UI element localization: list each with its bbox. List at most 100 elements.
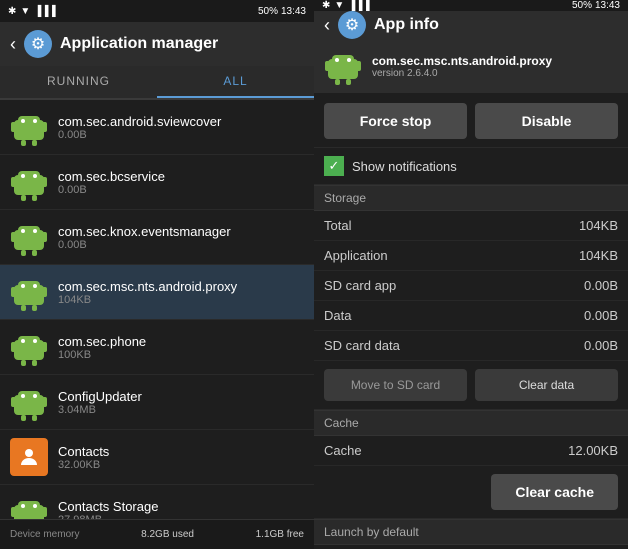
storage-section-header: Storage xyxy=(314,185,628,211)
bottom-bar: Device memory 8.2GB used 1.1GB free xyxy=(0,519,314,549)
clear-data-button[interactable]: Clear data xyxy=(475,369,618,401)
right-status-right: 50% 13:43 xyxy=(572,0,620,11)
storage-data-row: Data 0.00B xyxy=(314,301,628,331)
app-icon-proxy xyxy=(10,273,48,311)
application-value: 104KB xyxy=(579,248,618,263)
app-details: com.sec.msc.nts.android.proxy 104KB xyxy=(58,279,237,306)
sdcard-label: SD card app xyxy=(324,278,396,293)
total-label: Total xyxy=(324,218,351,233)
cache-label: Cache xyxy=(324,443,362,458)
storage-used: 8.2GB used xyxy=(141,529,194,540)
left-panel: ✱ ▼ ▐▐▐ 50% 13:43 ‹ ⚙ Application manage… xyxy=(0,0,314,549)
bluetooth-icon: ✱ xyxy=(322,0,330,11)
left-status-bar: ✱ ▼ ▐▐▐ 50% 13:43 xyxy=(0,0,314,22)
app-details: com.sec.android.sviewcover 0.00B xyxy=(58,114,221,141)
left-status-icons: ✱ ▼ ▐▐▐ xyxy=(8,6,56,17)
app-size: 0.00B xyxy=(58,239,231,251)
right-status-icons: ✱ ▼ ▐▐▐ xyxy=(322,0,370,11)
storage-buttons-row: Move to SD card Clear data xyxy=(314,361,628,410)
app-details: ConfigUpdater 3.04MB xyxy=(58,389,142,416)
battery-icon: 50% xyxy=(258,6,278,17)
notifications-row[interactable]: ✓ Show notifications xyxy=(314,147,628,185)
app-icon-contacts xyxy=(10,438,48,476)
time-display: 13:43 xyxy=(281,6,306,17)
list-item[interactable]: com.sec.knox.eventsmanager 0.00B xyxy=(0,210,314,265)
move-to-sd-button[interactable]: Move to SD card xyxy=(324,369,467,401)
gear-icon: ⚙ xyxy=(24,30,52,58)
launch-section-header: Launch by default xyxy=(314,519,628,545)
list-item[interactable]: com.sec.phone 100KB xyxy=(0,320,314,375)
package-name: com.sec.msc.nts.android.proxy xyxy=(372,54,552,68)
package-version: version 2.6.4.0 xyxy=(372,68,552,79)
disable-button[interactable]: Disable xyxy=(475,103,618,139)
no-defaults-text: No defaults set xyxy=(314,545,628,549)
app-size: 3.04MB xyxy=(58,404,142,416)
list-item[interactable]: com.sec.android.sviewcover 0.00B xyxy=(0,100,314,155)
app-list: com.sec.android.sviewcover 0.00B com.sec… xyxy=(0,100,314,519)
app-size: 0.00B xyxy=(58,184,165,196)
app-icon-sviewcover xyxy=(10,108,48,146)
app-package-info: com.sec.msc.nts.android.proxy version 2.… xyxy=(372,54,552,79)
gear-icon: ⚙ xyxy=(338,11,366,39)
app-icon-knox xyxy=(10,218,48,256)
time-display: 13:43 xyxy=(595,0,620,11)
left-app-header: ‹ ⚙ Application manager xyxy=(0,22,314,66)
notifications-label: Show notifications xyxy=(352,159,457,174)
app-icon-phone xyxy=(10,328,48,366)
right-status-bar: ✱ ▼ ▐▐▐ 50% 13:43 xyxy=(314,0,628,11)
cache-value: 12.00KB xyxy=(568,443,618,458)
tab-all[interactable]: ALL xyxy=(157,66,314,98)
app-name: ConfigUpdater xyxy=(58,389,142,404)
application-label: Application xyxy=(324,248,388,263)
app-size: 104KB xyxy=(58,294,237,306)
app-size: 0.00B xyxy=(58,129,221,141)
bluetooth-icon: ✱ xyxy=(8,6,16,17)
app-details: com.sec.phone 100KB xyxy=(58,334,146,361)
wifi-icon: ▼ xyxy=(334,0,344,11)
app-name: Contacts Storage xyxy=(58,499,158,514)
storage-free: 1.1GB free xyxy=(256,529,304,540)
app-name: com.sec.phone xyxy=(58,334,146,349)
left-status-right: 50% 13:43 xyxy=(258,6,306,17)
app-icon-detail xyxy=(324,47,362,85)
wifi-icon: ▼ xyxy=(20,6,30,17)
list-item[interactable]: ConfigUpdater 3.04MB xyxy=(0,375,314,430)
app-icon-contacts-storage xyxy=(10,493,48,519)
signal-icon: ▐▐▐ xyxy=(348,0,369,11)
notifications-checkbox[interactable]: ✓ xyxy=(324,156,344,176)
clear-cache-btn-row: Clear cache xyxy=(314,466,628,519)
list-item[interactable]: Contacts 32.00KB xyxy=(0,430,314,485)
sdcard-data-value: 0.00B xyxy=(584,338,618,353)
device-memory-label: Device memory xyxy=(10,529,79,540)
right-app-header: ‹ ⚙ App info xyxy=(314,11,628,39)
list-item-highlighted[interactable]: com.sec.msc.nts.android.proxy 104KB xyxy=(0,265,314,320)
sdcard-value: 0.00B xyxy=(584,278,618,293)
force-stop-button[interactable]: Force stop xyxy=(324,103,467,139)
action-buttons: Force stop Disable xyxy=(314,93,628,147)
tab-running[interactable]: RUNNING xyxy=(0,66,157,98)
storage-sdcard-data-row: SD card data 0.00B xyxy=(314,331,628,361)
app-info-title: App info xyxy=(374,16,439,34)
battery-display: 50% xyxy=(572,0,592,11)
right-panel: ✱ ▼ ▐▐▐ 50% 13:43 ‹ ⚙ App info com.sec.m… xyxy=(314,0,628,549)
app-details: com.sec.knox.eventsmanager 0.00B xyxy=(58,224,231,251)
storage-application-row: Application 104KB xyxy=(314,241,628,271)
app-name: com.sec.android.sviewcover xyxy=(58,114,221,129)
data-label: Data xyxy=(324,308,351,323)
back-button[interactable]: ‹ xyxy=(324,15,330,36)
app-name: com.sec.bcservice xyxy=(58,169,165,184)
total-value: 104KB xyxy=(579,218,618,233)
back-button[interactable]: ‹ xyxy=(10,34,16,55)
sdcard-data-label: SD card data xyxy=(324,338,400,353)
app-icon-bcservice xyxy=(10,163,48,201)
cache-row: Cache 12.00KB xyxy=(314,436,628,466)
list-item[interactable]: Contacts Storage 27.98MB xyxy=(0,485,314,519)
clear-cache-button[interactable]: Clear cache xyxy=(491,474,618,510)
app-size: 100KB xyxy=(58,349,146,361)
app-size: 32.00KB xyxy=(58,459,109,471)
storage-sdcard-row: SD card app 0.00B xyxy=(314,271,628,301)
signal-icon: ▐▐▐ xyxy=(34,6,55,17)
app-details: Contacts 32.00KB xyxy=(58,444,109,471)
tabs-bar: RUNNING ALL xyxy=(0,66,314,100)
list-item[interactable]: com.sec.bcservice 0.00B xyxy=(0,155,314,210)
